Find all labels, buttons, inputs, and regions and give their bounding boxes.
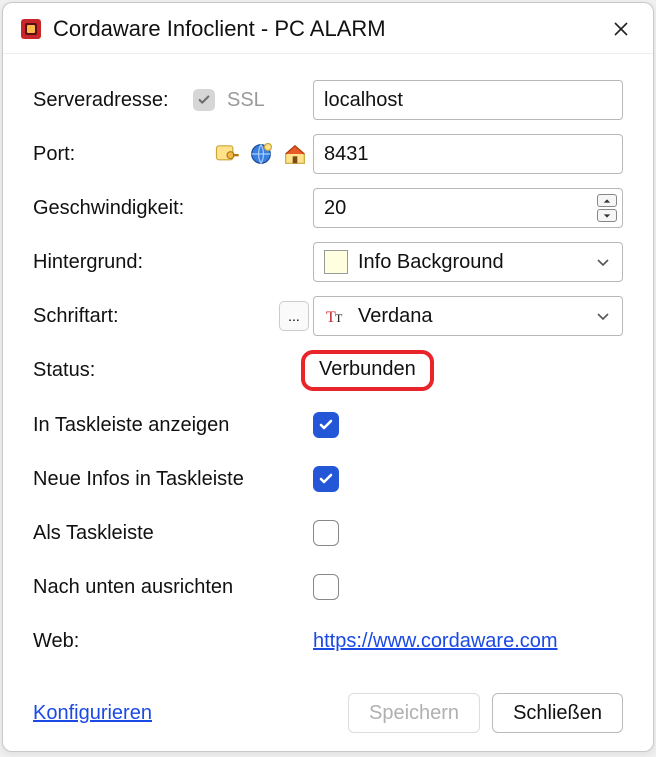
save-button[interactable]: Speichern [348,693,480,733]
key-icon [213,140,241,168]
new-info-label: Neue Infos in Taskleiste [33,468,313,491]
background-row: Hintergrund: Info Background [33,242,623,282]
status-highlight: Verbunden [301,350,434,391]
font-dropdown[interactable]: TT Verdana [313,296,623,336]
ssl-checkbox[interactable] [193,89,215,111]
show-taskbar-checkbox[interactable] [313,412,339,438]
font-ellipsis-button[interactable]: ... [279,301,309,331]
ssl-group: SSL [193,89,313,112]
chevron-down-icon [596,311,610,321]
server-input[interactable] [313,80,623,120]
svg-text:T: T [335,311,343,325]
web-row: Web: https://www.cordaware.com [33,621,623,661]
new-info-checkbox[interactable] [313,466,339,492]
titlebar: Cordaware Infoclient - PC ALARM [3,3,653,54]
port-row: Port: [33,134,623,174]
speed-input[interactable] [313,188,623,228]
globe-icon-button[interactable] [247,140,275,168]
web-label: Web: [33,630,193,653]
chevron-down-icon [596,257,610,267]
speed-spinner [597,194,617,222]
align-bottom-checkbox[interactable] [313,574,339,600]
new-info-row: Neue Infos in Taskleiste [33,459,623,499]
port-label: Port: [33,143,193,166]
font-row: Schriftart: ... TT Verdana [33,296,623,336]
close-icon [613,21,629,37]
configure-link[interactable]: Konfigurieren [33,702,152,725]
as-taskbar-label: Als Taskleiste [33,522,313,545]
status-row: Status: Verbunden [33,350,623,391]
app-icon [19,17,43,41]
speed-spin-down[interactable] [597,209,617,222]
home-icon-button[interactable] [281,140,309,168]
content-area: Serveradresse: SSL Port: [3,54,653,685]
status-value: Verbunden [319,358,416,380]
port-input[interactable] [313,134,623,174]
status-label: Status: [33,359,193,382]
check-icon [197,93,211,107]
check-icon [318,417,334,433]
show-taskbar-label: In Taskleiste anzeigen [33,414,313,437]
server-label: Serveradresse: [33,89,193,112]
window-close-button[interactable] [605,13,637,45]
as-taskbar-row: Als Taskleiste [33,513,623,553]
font-value: Verdana [358,305,433,328]
check-icon [318,471,334,487]
background-dropdown[interactable]: Info Background [313,242,623,282]
background-value: Info Background [358,251,504,274]
server-row: Serveradresse: SSL [33,80,623,120]
background-color-swatch [324,250,348,274]
font-label: Schriftart: [33,305,193,328]
window-title: Cordaware Infoclient - PC ALARM [53,16,605,42]
web-link[interactable]: https://www.cordaware.com [313,630,558,653]
speed-row: Geschwindigkeit: [33,188,623,228]
speed-label: Geschwindigkeit: [33,197,193,220]
close-button[interactable]: Schließen [492,693,623,733]
dialog-window: Cordaware Infoclient - PC ALARM Serverad… [2,2,654,752]
globe-icon [247,140,275,168]
bottom-bar: Konfigurieren Speichern Schließen [3,685,653,757]
speed-spin-up[interactable] [597,194,617,207]
as-taskbar-checkbox[interactable] [313,520,339,546]
home-icon [281,140,309,168]
show-taskbar-row: In Taskleiste anzeigen [33,405,623,445]
align-bottom-label: Nach unten ausrichten [33,576,313,599]
font-icon: TT [324,304,348,328]
key-icon-button[interactable] [213,140,241,168]
background-label: Hintergrund: [33,251,193,274]
ssl-label: SSL [227,89,265,112]
align-bottom-row: Nach unten ausrichten [33,567,623,607]
